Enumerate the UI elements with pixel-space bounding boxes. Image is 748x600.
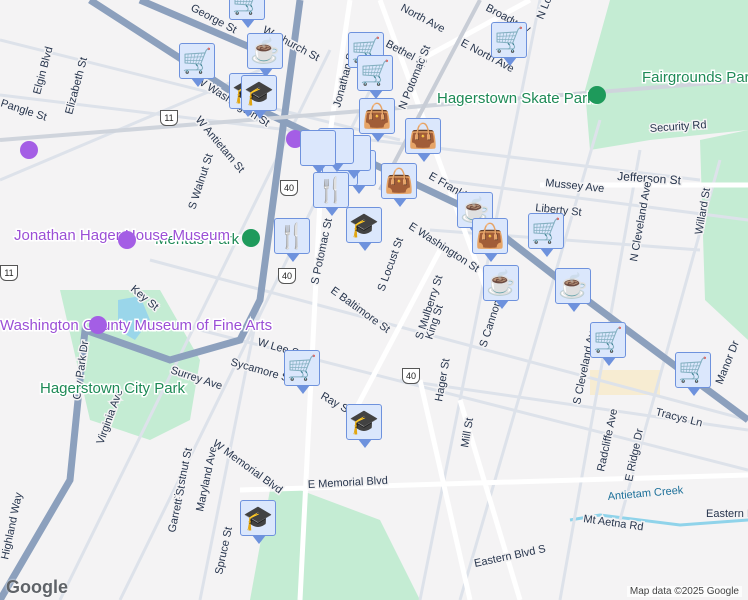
street-label: Tracys Ln (654, 406, 703, 429)
shopping-cart-icon: 🛒 (287, 354, 317, 382)
coffee-icon: ☕ (486, 269, 516, 297)
park-icon (588, 86, 606, 104)
shopping-cart-icon: 🛒 (678, 356, 708, 384)
street-label: E Memorial Blvd (308, 475, 389, 491)
poi-label-fairgrounds: Fairgrounds Park (642, 69, 748, 86)
school-marker[interactable]: 🎓 (346, 404, 382, 448)
shopping-cart-marker[interactable]: 🛒 (357, 55, 393, 99)
street-label: Manor Dr (714, 339, 742, 386)
street-label: Garrett St (166, 484, 188, 533)
poi-label-skate-park: Hagerstown Skate Park (437, 90, 595, 107)
street-label: S Walnut St (186, 152, 215, 211)
restaurant-marker[interactable]: 🍴 (313, 172, 349, 216)
route-shield-11: 11 (160, 110, 178, 126)
shopping-bag-icon: 👜 (408, 122, 438, 150)
street-label: Highland Way (0, 491, 25, 561)
street-label: Mussey Ave (545, 177, 605, 195)
cluster-marker[interactable] (300, 130, 336, 174)
street-label: North Ave (399, 2, 447, 35)
shopping-cart-marker[interactable]: 🛒 (284, 350, 320, 394)
street-label: Hager St (433, 358, 452, 403)
coffee-marker[interactable]: ☕ (483, 265, 519, 309)
street-label: E Ridge Dr (623, 427, 646, 482)
poi-label-city-park: Hagerstown City Park (40, 380, 186, 397)
street-label: S Locust St (376, 236, 407, 293)
shopping-bag-icon: 👜 (384, 167, 414, 195)
restaurant-icon: 🍴 (277, 222, 307, 250)
shopping-bag-icon: 👜 (362, 102, 392, 130)
street-label: Spruce St (213, 526, 235, 576)
shopping-cart-marker[interactable]: 🛒 (229, 0, 265, 28)
restaurant-marker[interactable]: 🍴 (274, 218, 310, 262)
school-icon: 🎓 (349, 408, 379, 436)
street-label: S Potomac St (309, 217, 335, 285)
street-label: Radcliffe Ave (595, 408, 620, 473)
shopping-cart-icon: 🛒 (182, 47, 212, 75)
shopping-cart-icon: 🛒 (494, 26, 524, 54)
street-label: N Locust St (535, 0, 567, 21)
museum-icon (118, 231, 136, 249)
poi-label-museum-fine-arts: Washington County Museum of Fine Arts (0, 317, 272, 334)
shopping-bag-marker[interactable]: 👜 (405, 118, 441, 162)
park-icon (242, 229, 260, 247)
shopping-cart-marker[interactable]: 🛒 (179, 43, 215, 87)
coffee-marker[interactable]: ☕ (247, 33, 283, 77)
route-shield-40: 40 (280, 180, 298, 196)
water-label: Antietam Creek (607, 484, 684, 503)
shopping-bag-marker[interactable]: 👜 (359, 98, 395, 142)
street-label: Elgin Blvd (31, 45, 55, 95)
route-shield-11: 11 (0, 265, 18, 281)
school-marker[interactable]: 🎓 (346, 207, 382, 251)
route-shield-40: 40 (278, 268, 296, 284)
shopping-cart-marker[interactable]: 🛒 (528, 213, 564, 257)
shopping-cart-marker[interactable]: 🛒 (675, 352, 711, 396)
school-marker[interactable]: 🎓 (241, 75, 277, 119)
shopping-bag-marker[interactable]: 👜 (381, 163, 417, 207)
coffee-marker[interactable]: ☕ (555, 268, 591, 312)
museum-icon (89, 316, 107, 334)
museum-icon (20, 141, 38, 159)
school-icon: 🎓 (244, 79, 274, 107)
shopping-cart-icon: 🛒 (232, 0, 262, 16)
shopping-cart-icon: 🛒 (360, 59, 390, 87)
school-marker[interactable]: 🎓 (240, 500, 276, 544)
coffee-icon: ☕ (558, 272, 588, 300)
shopping-cart-marker[interactable]: 🛒 (491, 22, 527, 66)
school-icon: 🎓 (243, 504, 273, 532)
attribution: Map data ©2025 Google (626, 586, 742, 597)
coffee-icon: ☕ (250, 37, 280, 65)
street-label: Eastern Blvd (706, 508, 748, 520)
google-logo: Google (6, 577, 68, 597)
shopping-bag-icon: 👜 (475, 222, 505, 250)
shopping-cart-icon: 🛒 (593, 326, 623, 354)
shopping-cart-marker[interactable]: 🛒 (590, 322, 626, 366)
street-label: Maryland Ave (194, 445, 220, 512)
school-icon: 🎓 (349, 211, 379, 239)
route-shield-40: 40 (402, 368, 420, 384)
restaurant-icon: 🍴 (316, 176, 346, 204)
shopping-cart-icon: 🛒 (531, 217, 561, 245)
shopping-bag-marker[interactable]: 👜 (472, 218, 508, 262)
